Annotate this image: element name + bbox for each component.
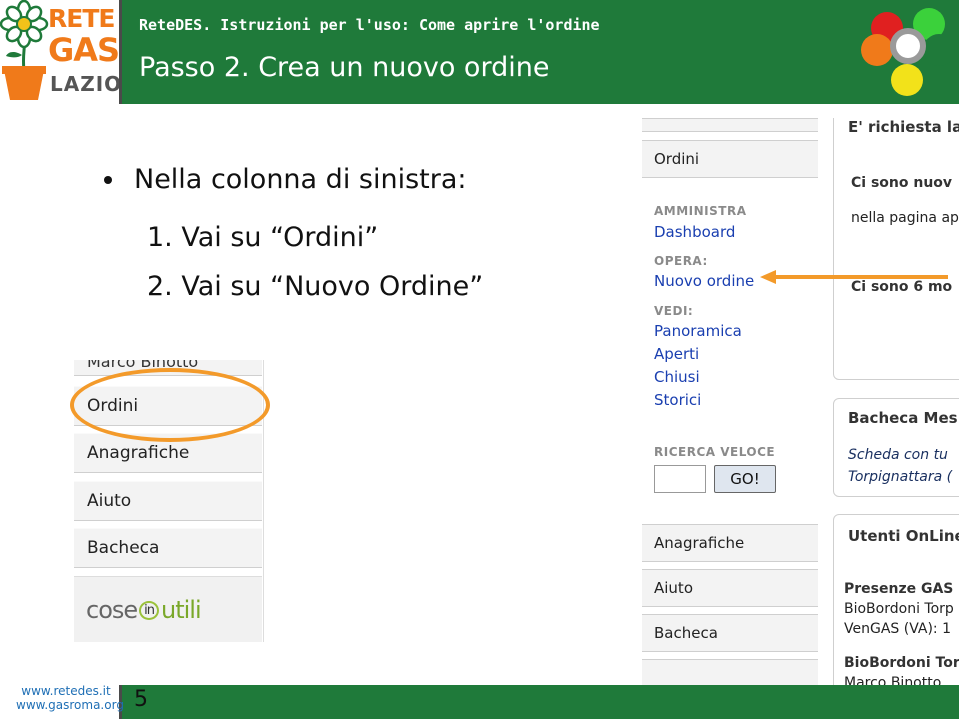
banner-utili: utili: [161, 595, 202, 624]
slide-subtitle: ReteDES. Istruzioni per l'uso: Come apri…: [139, 16, 600, 34]
banner-text: cose in utili: [86, 595, 202, 624]
rs-menu-ordini[interactable]: Ordini: [642, 140, 818, 178]
rs-menu-anagrafiche[interactable]: Anagrafiche: [642, 524, 818, 562]
pointer-arrow-icon: [760, 270, 948, 284]
rs-ricerca-heading: RICERCA VELOCE: [654, 445, 776, 459]
rs-panel-richiesta: E' richiesta la Ci sono nuov nella pagin…: [833, 118, 959, 380]
rs-link-chiusi[interactable]: Chiusi: [654, 368, 700, 386]
rs-go-button[interactable]: GO!: [714, 465, 776, 493]
rs-panel-richiesta-title: E' richiesta la: [848, 118, 959, 136]
flower-pot-icon: [0, 0, 49, 100]
rs-panel-utenti-line4: BioBordoni Torp: [844, 655, 959, 671]
rs-panel-bacheca-line1: Scheda con tu: [848, 447, 948, 463]
footer-bar: [119, 685, 959, 719]
coseinutili-banner[interactable]: cose in utili: [74, 576, 262, 642]
banner-cose: cose: [86, 595, 138, 624]
rs-menu-aiuto[interactable]: Aiuto: [642, 569, 818, 607]
rs-panel-utenti: Utenti OnLine Presenze GAS : BioBordoni …: [833, 514, 959, 686]
page-number-box: 5: [119, 685, 169, 719]
rs-opera-heading: OPERA:: [654, 254, 708, 268]
highlight-oval: [70, 368, 270, 442]
retegas-lazio-logo: RETE GAS LAZIO: [0, 0, 121, 105]
rs-link-aperti[interactable]: Aperti: [654, 345, 699, 363]
footer-links: www.retedes.it www.gasroma.org: [16, 684, 124, 712]
colored-dots-logo-icon: [861, 8, 955, 96]
instructions: Nella colonna di sinistra:: [104, 164, 466, 195]
rs-link-dashboard[interactable]: Dashboard: [654, 223, 735, 241]
page-number: 5: [134, 687, 148, 712]
rs-vedi-heading: VEDI:: [654, 304, 694, 318]
bullet-icon: [104, 175, 112, 184]
banner-in: in: [139, 601, 160, 620]
logo-line-rete: RETE: [48, 4, 115, 33]
slide-header: ReteDES. Istruzioni per l'uso: Come apri…: [119, 0, 959, 104]
rs-link-panoramica[interactable]: Panoramica: [654, 322, 742, 340]
step-1: 1. Vai su “Ordini”: [147, 222, 379, 253]
right-screenshot: Ordini AMMINISTRA Dashboard OPERA: Nuovo…: [640, 118, 959, 686]
step-2: 2. Vai su “Nuovo Ordine”: [147, 271, 484, 302]
rs-panel-utenti-line3: VenGAS (VA): 1: [844, 621, 951, 637]
rs-panel-utenti-line2: BioBordoni Torp: [844, 601, 954, 617]
menu-item-cut: [642, 118, 818, 132]
rs-panel-bacheca: Bacheca Mes Scheda con tu Torpignattara …: [833, 398, 959, 497]
rs-panel-utenti-title: Utenti OnLine: [848, 527, 959, 545]
rs-panel-richiesta-line1: Ci sono nuov: [851, 175, 953, 191]
slide-title: Passo 2. Crea un nuovo ordine: [139, 52, 550, 83]
rs-coseinutili-cut: [642, 659, 818, 686]
rs-link-storici[interactable]: Storici: [654, 391, 701, 409]
rs-panel-utenti-line1: Presenze GAS :: [844, 581, 959, 597]
rs-menu-bacheca[interactable]: Bacheca: [642, 614, 818, 652]
menu-item-aiuto[interactable]: Aiuto: [74, 481, 262, 521]
footer-link-gasroma[interactable]: www.gasroma.org: [16, 698, 124, 712]
rs-search-input[interactable]: [654, 465, 706, 493]
rs-amministra-heading: AMMINISTRA: [654, 204, 747, 218]
rs-link-nuovo-ordine[interactable]: Nuovo ordine: [654, 272, 754, 290]
rs-panel-richiesta-line2: nella pagina ap: [851, 210, 959, 226]
rs-panel-bacheca-line2: Torpignattara (: [848, 469, 953, 485]
right-menu-column: Ordini AMMINISTRA Dashboard OPERA: Nuovo…: [640, 118, 818, 686]
bullet-text: Nella colonna di sinistra:: [134, 164, 467, 195]
menu-item-bacheca[interactable]: Bacheca: [74, 528, 262, 568]
rs-panel-bacheca-title: Bacheca Mes: [848, 409, 958, 427]
footer-link-retedes[interactable]: www.retedes.it: [16, 684, 116, 698]
logo-line-gas: GAS: [48, 31, 120, 69]
bullet-item: Nella colonna di sinistra:: [104, 164, 466, 195]
logo-line-lazio: LAZIO: [50, 72, 123, 96]
